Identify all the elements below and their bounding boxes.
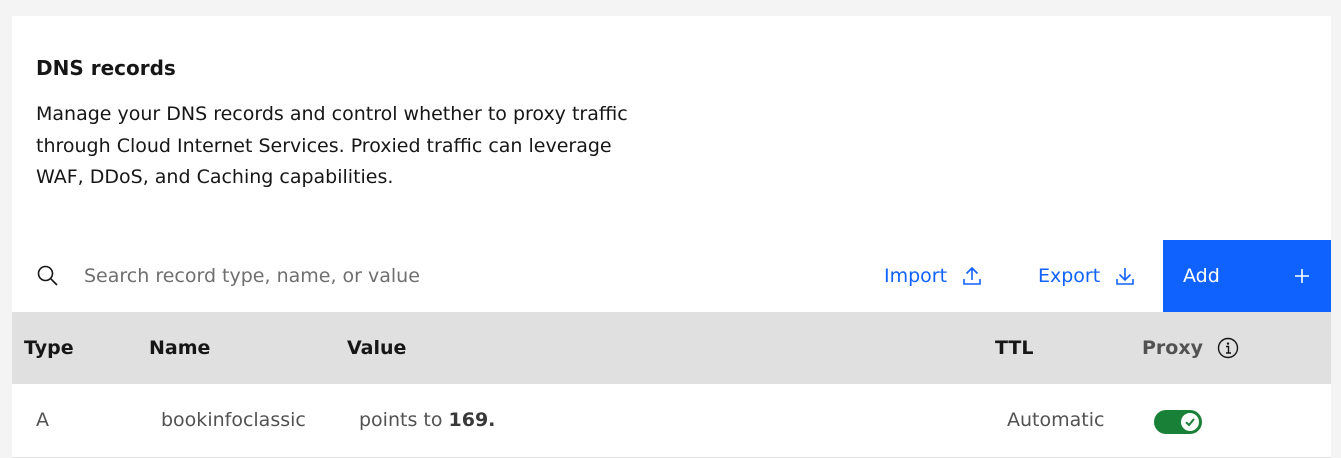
search-input[interactable] (74, 254, 654, 298)
proxy-header-label: Proxy (1142, 337, 1203, 359)
cell-type: A (36, 409, 49, 431)
checkmark-icon (1185, 418, 1195, 427)
import-button[interactable]: Import (884, 240, 983, 312)
column-header-proxy: Proxy (1142, 312, 1239, 384)
cell-value-prefix: points to (359, 409, 449, 431)
plus-icon (1295, 269, 1309, 283)
toggle-knob (1181, 413, 1199, 431)
column-header-ttl[interactable]: TTL (995, 312, 1033, 384)
export-button[interactable]: Export (1038, 240, 1136, 312)
column-header-type[interactable]: Type (24, 312, 74, 384)
search-icon (36, 264, 60, 288)
proxy-toggle[interactable] (1154, 410, 1202, 434)
page-description: Manage your DNS records and control whet… (36, 103, 628, 188)
export-label: Export (1038, 265, 1101, 287)
upload-icon (963, 266, 981, 285)
dns-records-panel: DNS records Manage your DNS records and … (12, 16, 1331, 458)
table-header: Type Name Value TTL Proxy (12, 312, 1331, 384)
info-icon[interactable] (1217, 337, 1239, 359)
column-header-name[interactable]: Name (149, 312, 210, 384)
cell-name: bookinfoclassic (161, 409, 306, 431)
cell-value: points to 169. (359, 384, 495, 457)
cell-ttl: Automatic (1007, 409, 1105, 431)
download-icon (1116, 268, 1135, 285)
add-button[interactable]: Add (1163, 240, 1331, 312)
table-row[interactable]: A bookinfoclassic points to 169. Automat… (12, 384, 1331, 458)
import-label: Import (884, 265, 948, 287)
cell-value-ip: 169. (448, 409, 496, 431)
page-title: DNS records (36, 56, 176, 80)
add-label: Add (1183, 265, 1220, 287)
table-toolbar: Import Export Add (12, 240, 1331, 312)
column-header-value[interactable]: Value (347, 312, 406, 384)
